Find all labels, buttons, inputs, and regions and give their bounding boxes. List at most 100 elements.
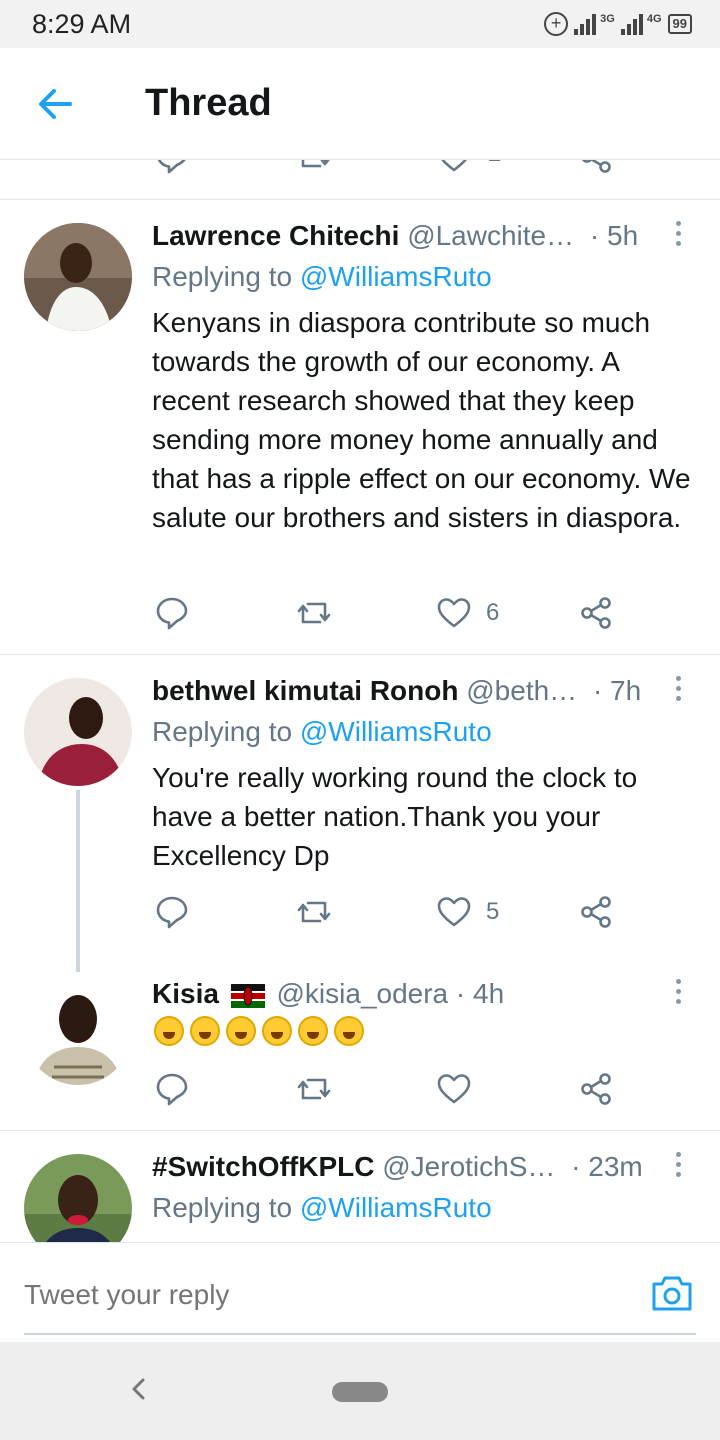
replying-to: Replying to @WilliamsRuto — [152, 1188, 492, 1228]
reply-icon[interactable] — [154, 160, 190, 175]
like-count: 2 — [488, 160, 501, 168]
tweet-bethwel[interactable]: bethwel kimutai Ronoh @beth… · 7h Replyi… — [0, 655, 720, 955]
tweet-text: You're really working round the clock to… — [152, 762, 638, 871]
tweet-actions: 5 — [152, 892, 622, 932]
network-type-1: 3G — [600, 13, 615, 25]
reply-input[interactable] — [24, 1273, 624, 1317]
replying-handle[interactable]: @WilliamsRuto — [300, 1192, 492, 1223]
more-vertical-icon[interactable] — [666, 1147, 690, 1187]
user-handle[interactable]: @beth… — [466, 675, 577, 706]
kenya-flag-icon — [230, 983, 265, 1008]
retweet-button[interactable] — [296, 892, 332, 932]
retweet-icon[interactable] — [296, 160, 332, 175]
replying-handle[interactable]: @WilliamsRuto — [300, 716, 492, 747]
display-name[interactable]: Kisia — [152, 978, 219, 1009]
replying-prefix: Replying to — [152, 1192, 293, 1223]
battery-icon: 99 — [667, 14, 692, 34]
tweet-lawrence[interactable]: Lawrence Chitechi @Lawchite… · 5h Replyi… — [0, 200, 720, 655]
share-icon — [581, 896, 611, 928]
more-vertical-icon[interactable] — [666, 216, 690, 256]
tweet-time: · 5h — [589, 220, 639, 251]
share-icon — [581, 1073, 611, 1105]
rofl-emoji-icon — [190, 1016, 220, 1046]
replying-to: Replying to @WilliamsRuto — [152, 712, 492, 752]
app-header: Thread — [0, 48, 720, 160]
heart-icon — [437, 897, 471, 927]
signal-icon-2 — [620, 13, 643, 35]
replying-to: Replying to @WilliamsRuto — [152, 257, 492, 297]
system-nav-bar — [0, 1342, 720, 1440]
reply-icon — [156, 1073, 188, 1106]
more-vertical-icon[interactable] — [666, 671, 690, 711]
share-button[interactable] — [578, 593, 614, 633]
reply-underline — [24, 1333, 696, 1335]
retweet-button[interactable] — [296, 1069, 332, 1109]
reply-icon — [156, 896, 188, 929]
avatar[interactable] — [24, 977, 132, 1085]
avatar[interactable] — [24, 1154, 132, 1242]
heart-icon — [437, 1074, 471, 1104]
user-handle[interactable]: @JerotichS… — [382, 1151, 555, 1182]
reply-button[interactable] — [154, 1069, 190, 1109]
like-button[interactable]: 5 — [436, 892, 499, 932]
retweet-icon — [297, 901, 331, 923]
share-icon[interactable] — [578, 160, 614, 175]
display-name[interactable]: bethwel kimutai Ronoh — [152, 675, 458, 706]
tweet-header: Kisia @kisia_odera · 4h — [152, 974, 660, 1014]
like-button[interactable]: 6 — [436, 593, 499, 633]
tweet-kisia[interactable]: Kisia @kisia_odera · 4h — [0, 955, 720, 1130]
like-count: 6 — [486, 599, 500, 626]
status-time: 8:29 AM — [32, 9, 132, 39]
avatar[interactable] — [24, 678, 132, 786]
heart-icon[interactable] — [436, 160, 472, 175]
like-count: 5 — [486, 898, 500, 925]
tweet-actions — [152, 1069, 622, 1109]
tweet-time: · 4h — [455, 978, 505, 1009]
share-icon — [581, 597, 611, 629]
user-handle[interactable]: @Lawchite… — [407, 220, 574, 251]
nav-back-icon[interactable] — [124, 1374, 154, 1404]
arrow-left-icon — [39, 89, 72, 119]
avatar[interactable] — [24, 223, 132, 331]
tweet-text: Kenyans in diaspora contribute so much t… — [152, 307, 691, 533]
camera-icon — [652, 1276, 692, 1311]
heart-icon — [437, 598, 471, 628]
retweet-icon — [297, 602, 331, 624]
rofl-emoji-icon — [298, 1016, 328, 1046]
tweet-actions: 6 — [152, 593, 622, 633]
camera-button[interactable] — [650, 1271, 694, 1315]
reply-icon — [156, 597, 188, 630]
back-button[interactable] — [34, 82, 78, 126]
display-name[interactable]: Lawrence Chitechi — [152, 220, 399, 251]
nav-home-pill[interactable] — [332, 1382, 388, 1402]
replying-prefix: Replying to — [152, 261, 293, 292]
data-saver-icon: + — [544, 12, 569, 36]
rofl-emoji-icon — [154, 1016, 184, 1046]
display-name[interactable]: #SwitchOffKPLC — [152, 1151, 374, 1182]
rofl-emoji-icon — [334, 1016, 364, 1046]
retweet-button[interactable] — [296, 593, 332, 633]
tweet-header: bethwel kimutai Ronoh @beth… · 7h — [152, 671, 660, 711]
reply-button[interactable] — [154, 892, 190, 932]
tweet-time: · 23m — [571, 1151, 643, 1182]
signal-icon-1 — [574, 13, 597, 35]
tweet-time: · 7h — [592, 675, 642, 706]
rofl-emoji-icon — [226, 1016, 256, 1046]
status-bar: 8:29 AM + 3G 4G 99 — [0, 0, 720, 48]
tweet-header: Lawrence Chitechi @Lawchite… · 5h — [152, 216, 660, 256]
tweet-header: #SwitchOffKPLC @JerotichS… · 23m — [152, 1147, 660, 1187]
reply-composer — [0, 1242, 720, 1342]
share-button[interactable] — [578, 892, 614, 932]
replying-handle[interactable]: @WilliamsRuto — [300, 261, 492, 292]
rofl-emoji-icon — [262, 1016, 292, 1046]
share-button[interactable] — [578, 1069, 614, 1109]
system-icons: + 3G 4G 99 — [544, 10, 692, 38]
like-button[interactable] — [436, 1069, 486, 1109]
reply-button[interactable] — [154, 593, 190, 633]
more-vertical-icon[interactable] — [666, 974, 690, 1014]
replying-prefix: Replying to — [152, 716, 293, 747]
tweet-switchoffkplc[interactable]: #SwitchOffKPLC @JerotichS… · 23m Replyin… — [0, 1131, 720, 1242]
page-title: Thread — [145, 82, 272, 124]
user-handle[interactable]: @kisia_odera — [277, 978, 449, 1009]
previous-tweet-actions: 2 — [0, 160, 720, 200]
